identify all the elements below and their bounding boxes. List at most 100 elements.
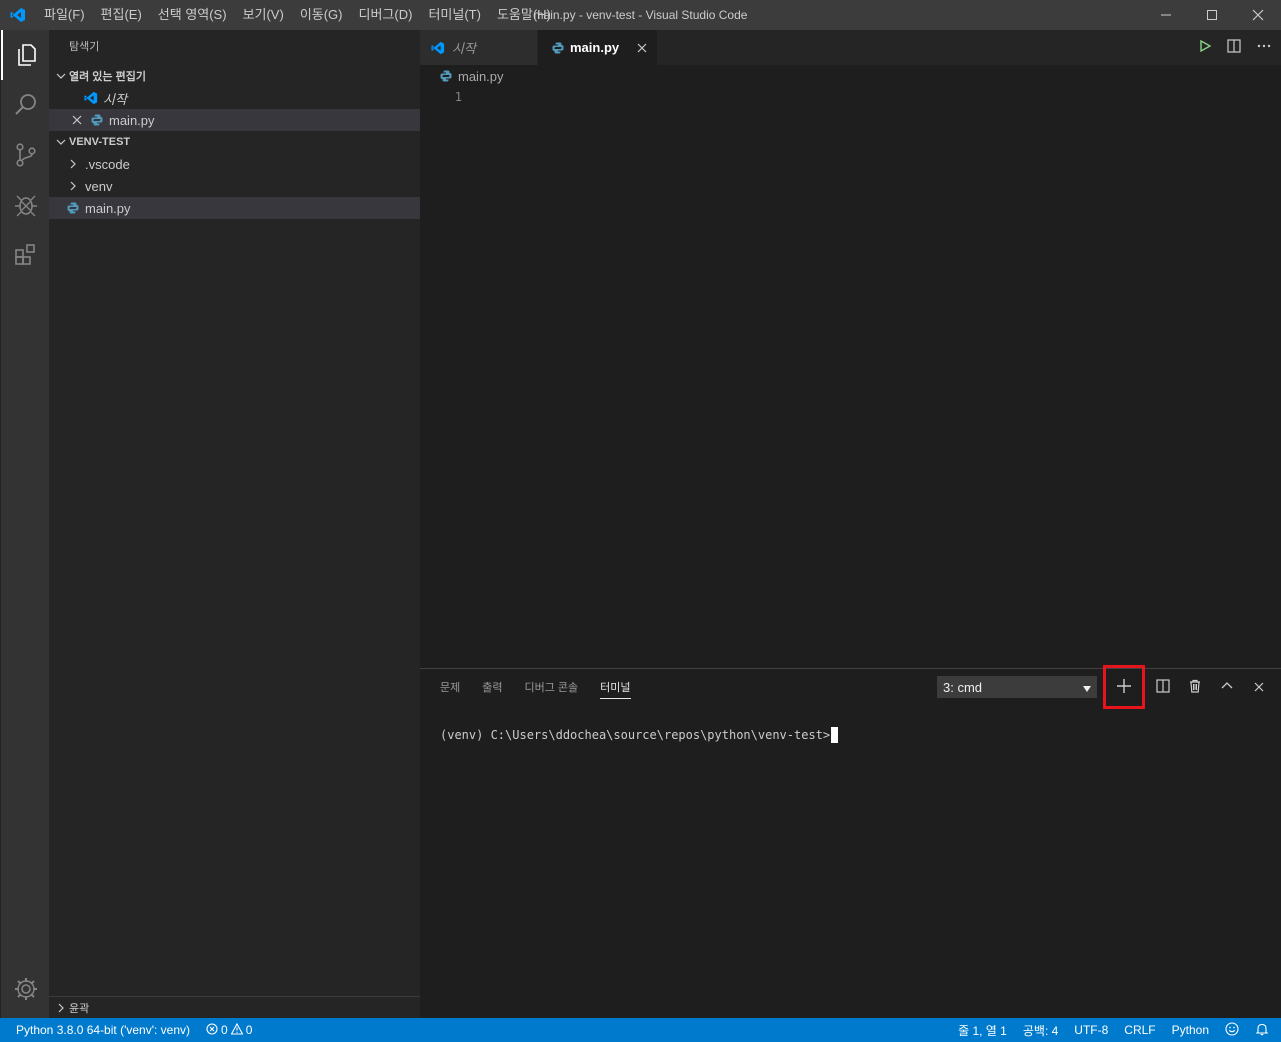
chevron-down-icon [53,137,69,147]
bottom-panel: 문제 출력 디버그 콘솔 터미널 3: cmd (venv) C:\Users\… [420,665,1281,1018]
debug-icon[interactable] [1,180,50,230]
line-number: 1 [454,90,462,104]
tree-item-label: main.py [85,200,131,216]
chevron-right-icon [65,156,81,172]
open-editor-item-start[interactable]: 시작 [49,87,420,109]
panel-actions: 3: cmd [937,665,1275,709]
editor-tabs: 시작 main.py [420,30,1281,65]
vscode-logo-icon [0,7,36,23]
new-terminal-button[interactable] [1103,665,1145,709]
open-editor-label: main.py [109,112,155,128]
open-editors-section-header[interactable]: 열려 있는 편집기 [49,65,420,87]
menu-go[interactable]: 이동(G) [292,0,351,30]
menu-view[interactable]: 보기(V) [235,0,292,30]
tab-debug-console[interactable]: 디버그 콘솔 [525,679,579,695]
chevron-up-icon [1221,680,1233,695]
tree-item-label: .vscode [85,156,130,172]
window-controls [1143,0,1281,30]
activity-bar [0,30,49,1018]
open-editor-label: 시작 [103,91,127,107]
menu-help[interactable]: 도움말(H) [489,0,559,30]
explorer-icon[interactable] [1,30,50,80]
editor-actions [1199,30,1271,65]
folder-section-header[interactable]: VENV-TEST [49,131,420,153]
menu-debug[interactable]: 디버그(D) [351,0,421,30]
source-control-icon[interactable] [1,130,50,180]
chevron-right-icon [53,1003,69,1013]
line-ending[interactable]: CRLF [1124,1023,1155,1037]
kill-terminal-button[interactable] [1179,669,1211,705]
tab-output[interactable]: 출력 [482,679,502,695]
open-editor-item-main-py[interactable]: main.py [49,109,420,131]
python-file-icon [89,112,105,128]
menu-selection[interactable]: 선택 영역(S) [150,0,235,30]
code-editor[interactable]: 1 [420,87,1281,107]
terminal-select-value: 3: cmd [943,679,983,695]
python-file-icon [552,42,564,54]
breadcrumb-file[interactable]: main.py [458,69,504,84]
close-icon[interactable] [637,43,647,53]
close-window-button[interactable] [1235,0,1281,30]
cursor-position[interactable]: 줄 1, 열 1 [958,1022,1007,1039]
terminal-select[interactable]: 3: cmd [937,676,1097,698]
maximize-button[interactable] [1189,0,1235,30]
vscode-file-icon [430,41,446,55]
tab-start[interactable]: 시작 [420,30,538,65]
split-icon [1156,678,1170,696]
run-icon[interactable] [1199,39,1212,55]
language-mode[interactable]: Python [1172,1023,1209,1037]
split-editor-icon[interactable] [1227,39,1241,56]
plus-icon [1116,678,1132,697]
notifications-bell-icon[interactable] [1255,1022,1269,1039]
tree-item-vscode-folder[interactable]: .vscode [49,153,420,175]
terminal-output[interactable]: (venv) C:\Users\ddochea\source\repos\pyt… [420,705,1281,743]
menu-file[interactable]: 파일(F) [36,0,93,30]
maximize-panel-button[interactable] [1211,669,1243,705]
extensions-icon[interactable] [1,230,50,280]
python-file-icon [440,70,452,82]
breadcrumb[interactable]: main.py [420,65,1281,87]
more-actions-icon[interactable] [1257,39,1271,56]
close-panel-button[interactable] [1243,669,1275,705]
menu-bar: 파일(F) 편집(E) 선택 영역(S) 보기(V) 이동(G) 디버그(D) … [36,0,559,30]
split-terminal-button[interactable] [1147,669,1179,705]
title-bar: 파일(F) 편집(E) 선택 영역(S) 보기(V) 이동(G) 디버그(D) … [0,0,1281,30]
explorer-sidebar: 탐색기 열려 있는 편집기 시작 main.py VENV-TEST .vsco… [49,30,420,1018]
search-icon[interactable] [1,80,50,130]
terminal-cursor [831,727,839,743]
editor-area: 시작 main.py main.py 1 [420,30,1281,668]
chevron-down-icon [53,71,69,81]
tab-main-py[interactable]: main.py [538,30,658,65]
close-icon[interactable] [69,112,85,128]
python-file-icon [65,200,81,216]
menu-terminal[interactable]: 터미널(T) [420,0,488,30]
tab-problems[interactable]: 문제 [440,679,460,695]
warning-count: 0 [245,1023,253,1037]
status-bar: Python 3.8.0 64-bit ('venv': venv) 0 0 줄… [0,1018,1281,1042]
tree-item-label: venv [85,178,113,194]
tab-terminal[interactable]: 터미널 [600,675,631,699]
outline-label: 윤곽 [69,1003,90,1015]
encoding[interactable]: UTF-8 [1074,1023,1108,1037]
chevron-right-icon [65,178,81,194]
menu-edit[interactable]: 편집(E) [93,0,150,30]
indentation[interactable]: 공백: 4 [1023,1022,1058,1039]
terminal-prompt: (venv) C:\Users\ddochea\source\repos\pyt… [440,728,831,742]
dropdown-arrow-icon [1083,680,1091,695]
trash-icon [1188,679,1202,696]
warning-icon [230,1022,244,1038]
tree-item-main-py[interactable]: main.py [49,197,420,219]
vscode-file-icon [83,90,99,106]
settings-gear-icon[interactable] [1,964,50,1014]
close-icon [1254,680,1264,695]
outline-section-header[interactable]: 윤곽 [49,996,420,1018]
feedback-smiley-icon[interactable] [1225,1021,1239,1039]
tree-item-venv-folder[interactable]: venv [49,175,420,197]
tab-label: main.py [570,40,620,55]
python-interpreter[interactable]: Python 3.8.0 64-bit ('venv': venv) [16,1023,190,1037]
minimize-button[interactable] [1143,0,1189,30]
open-editors-label: 열려 있는 편집기 [69,71,146,83]
tab-label: 시작 [452,41,476,56]
sidebar-title: 탐색기 [69,41,100,53]
problems-indicator[interactable]: 0 0 [206,1022,253,1038]
